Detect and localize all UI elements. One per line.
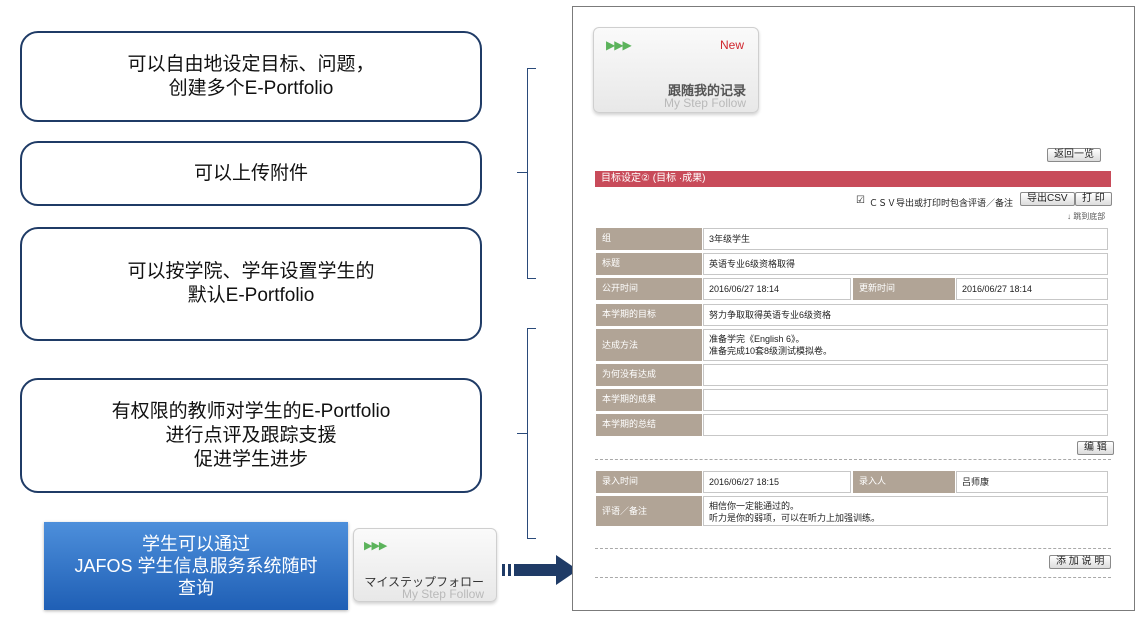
label-why-not-achieved: 为何没有达成 (596, 364, 702, 386)
feature-box-goals: 可以自由地设定目标、问题， 创建多个E-Portfolio (20, 31, 482, 122)
label-method: 达成方法 (596, 329, 702, 361)
value-why-not-achieved (703, 364, 1108, 386)
label-publish-time: 公开时间 (596, 278, 702, 300)
feature-text: 有权限的教师对学生的E-Portfolio (111, 400, 391, 422)
feature-box-default-portfolio: 可以按学院、学年设置学生的 默认E-Portfolio (20, 227, 482, 341)
right-arrow-icon (502, 555, 578, 585)
blue-text: 查询 (178, 578, 214, 598)
feature-text: 可以按学院、学年设置学生的 (127, 261, 375, 282)
feature-box-attachment: 可以上传附件 (20, 141, 482, 206)
value-entry-time: 2016/06/27 18:15 (703, 471, 851, 493)
blue-text: JAFOS 学生信息服务系统随时 (74, 556, 318, 576)
my-step-follow-tile[interactable]: ▶▶▶ マイステップフォロー My Step Follow (353, 528, 497, 602)
label-semester-summary: 本学期的总结 (596, 414, 702, 436)
feature-text: 创建多个E-Portfolio (168, 77, 334, 99)
export-csv-button[interactable]: 导出CSV (1020, 192, 1075, 206)
value-publish-time: 2016/06/27 18:14 (703, 278, 851, 300)
value-semester-goal: 努力争取取得英语专业6级资格 (703, 304, 1108, 326)
label-semester-result: 本学期的成果 (596, 389, 702, 411)
feature-text: 促进学生进步 (193, 448, 308, 470)
blue-text: 学生可以通过 (142, 534, 250, 554)
value-comment-note: 相信你一定能通过的。 听力是你的弱项，可以在听力上加强训练。 (703, 496, 1108, 526)
divider (595, 577, 1111, 578)
feature-text: 进行点评及跟踪支援 (165, 424, 337, 446)
comment-line: 相信你一定能通过的。 (709, 501, 800, 511)
bracket-upper-tick (517, 172, 527, 173)
play-arrows-icon: ▶▶▶ (606, 38, 632, 52)
method-line: 准备学完《English 6》。 (709, 334, 805, 344)
value-semester-summary (703, 414, 1108, 436)
add-comment-button[interactable]: 添 加 说 明 (1049, 555, 1112, 569)
feature-text: 可以自由地设定目标、问题， (127, 53, 375, 75)
tile-title-en: My Step Follow (401, 587, 484, 601)
student-access-box: 学生可以通过 JAFOS 学生信息服务系统随时 查询 (44, 522, 348, 610)
csv-include-checkbox[interactable]: ☑ (856, 195, 865, 206)
new-badge: New (719, 38, 744, 52)
label-update-time: 更新时间 (853, 278, 955, 300)
method-line: 准备完成10套8级测试模拟卷。 (709, 346, 833, 356)
jump-to-bottom-link[interactable]: ↓ 跳到底部 (1067, 211, 1105, 222)
value-semester-result (703, 389, 1108, 411)
label-comment-note: 评语／备注 (596, 496, 702, 526)
value-method: 准备学完《English 6》。 准备完成10套8级测试模拟卷。 (703, 329, 1108, 361)
label-entered-by: 录入人 (853, 471, 955, 493)
print-button[interactable]: 打 印 (1075, 192, 1112, 206)
play-arrows-icon: ▶▶▶ (364, 540, 387, 552)
divider (595, 548, 1111, 549)
label-group: 组 (596, 228, 702, 250)
label-title: 标题 (596, 253, 702, 275)
value-group: 3年级学生 (703, 228, 1108, 250)
label-semester-goal: 本学期的目标 (596, 304, 702, 326)
label-entry-time: 录入时间 (596, 471, 702, 493)
edit-button[interactable]: 编 辑 (1077, 441, 1114, 455)
bracket-upper (527, 68, 536, 279)
back-to-list-button[interactable]: 返回一览 (1047, 148, 1101, 162)
feature-text: 可以上传附件 (193, 162, 308, 184)
value-update-time: 2016/06/27 18:14 (956, 278, 1108, 300)
comment-line: 听力是你的弱项，可以在听力上加强训练。 (709, 513, 881, 523)
section-header: 目标设定② (目标 ·成果) (595, 171, 1111, 187)
bracket-lower-tick (517, 433, 527, 434)
portfolio-screenshot: ▶▶▶ New 跟随我的记录 My Step Follow 返回一览 目标设定②… (572, 6, 1135, 611)
divider (595, 459, 1111, 460)
feature-box-teacher-comment: 有权限的教师对学生的E-Portfolio 进行点评及跟踪支援 促进学生进步 (20, 378, 482, 493)
bracket-lower (527, 328, 536, 539)
my-step-follow-top-tile[interactable]: ▶▶▶ New 跟随我的记录 My Step Follow (593, 27, 759, 113)
csv-include-label: ＣＳＶ导出或打印时包含评语／备注 (869, 198, 1014, 208)
feature-text: 默认E-Portfolio (187, 285, 315, 306)
value-entered-by: 吕师康 (956, 471, 1108, 493)
tile-title-en: My Step Follow (663, 96, 746, 110)
value-title: 英语专业6级资格取得 (703, 253, 1108, 275)
